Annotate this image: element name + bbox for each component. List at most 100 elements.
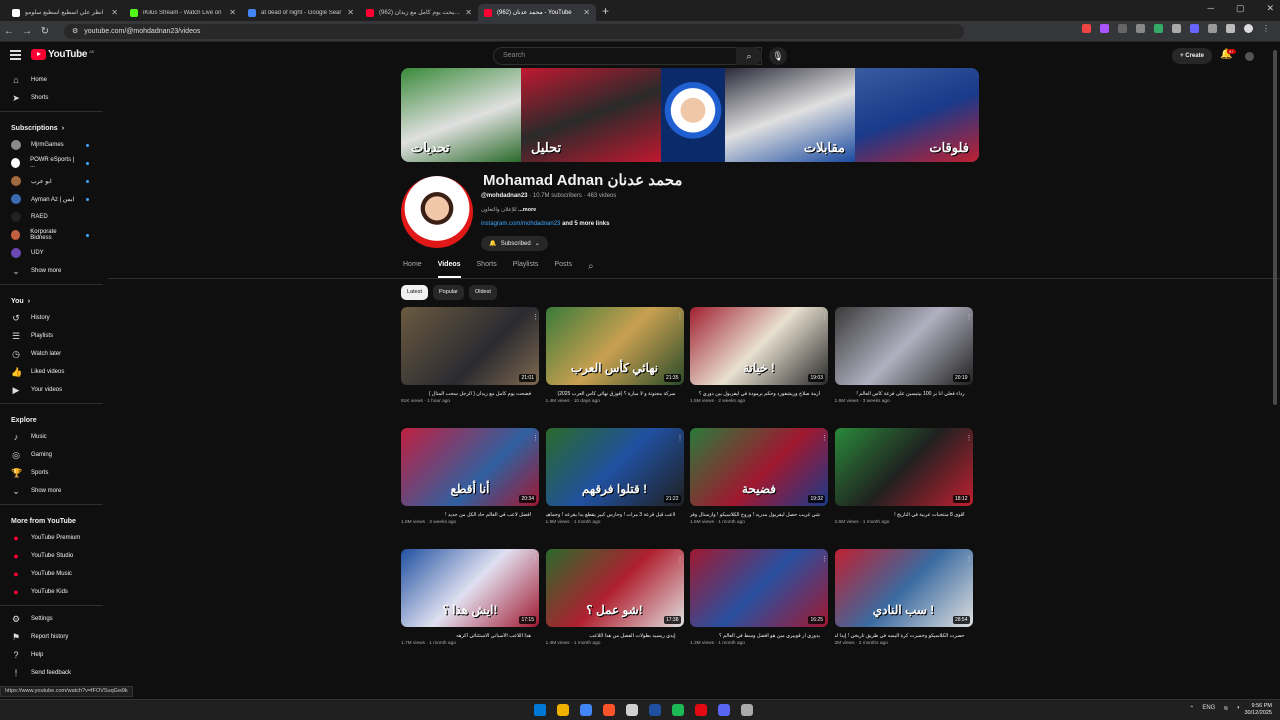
sidebar-item-playlists[interactable]: ☰ Playlists bbox=[0, 327, 103, 345]
more-links[interactable]: and 5 more links bbox=[562, 221, 609, 227]
maximize-icon[interactable]: ▢ bbox=[1236, 3, 1245, 14]
sidebar-item-settings[interactable]: ⚙ Settings bbox=[0, 610, 103, 628]
channel-description[interactable]: للإعلان والتعاون ...more bbox=[481, 207, 536, 213]
extension-icon[interactable] bbox=[1190, 24, 1199, 33]
video-card[interactable]: قتلوا فرقهم ! 21:22 لاعب قبل قرعة 3 مرات !… bbox=[545, 428, 684, 525]
extension-icon[interactable] bbox=[1082, 24, 1091, 33]
taskbar-app-icon[interactable] bbox=[741, 704, 753, 716]
video-title[interactable]: أزمة صلاح وريشفورد وحكم برمودة في ليفربو… bbox=[690, 391, 828, 398]
video-menu-icon[interactable]: ⋮ bbox=[677, 434, 684, 442]
sidebar-item-[interactable]: ابو عرب bbox=[0, 172, 103, 190]
sidebar-item-liked-videos[interactable]: 👍 Liked videos bbox=[0, 363, 103, 381]
taskbar-app-icon[interactable] bbox=[626, 704, 638, 716]
taskbar-app-icon[interactable] bbox=[557, 704, 569, 716]
video-card[interactable]: فضيحة 19:32 شي غريب حصل ليفربول مدريد ! ور… bbox=[690, 428, 828, 525]
tab-home[interactable]: Home bbox=[403, 261, 422, 278]
video-menu-icon[interactable]: ⋮ bbox=[821, 555, 828, 563]
new-tab-icon[interactable]: + bbox=[602, 4, 609, 18]
forward-icon[interactable]: → bbox=[18, 26, 36, 37]
tab-playlists[interactable]: Playlists bbox=[513, 261, 539, 278]
search-button[interactable]: ⌕ bbox=[736, 47, 762, 65]
search-input[interactable]: Search bbox=[493, 47, 762, 65]
taskbar-app-icon[interactable] bbox=[695, 704, 707, 716]
create-button[interactable]: + Create bbox=[1172, 48, 1212, 64]
taskbar-app-icon[interactable] bbox=[649, 704, 661, 716]
tab-close-icon[interactable]: ✕ bbox=[347, 8, 354, 17]
sidebar-item-mjrmgames[interactable]: MjrmGames bbox=[0, 136, 103, 154]
show-more-subscriptions[interactable]: ⌄ Show more bbox=[0, 262, 103, 280]
profile-avatar[interactable] bbox=[1244, 24, 1253, 33]
channel-avatar[interactable] bbox=[401, 176, 473, 248]
voice-search-button[interactable]: 🎙 bbox=[769, 47, 787, 65]
extension-icon[interactable] bbox=[1100, 24, 1109, 33]
show-more-explore[interactable]: ⌄ Show more bbox=[0, 482, 103, 500]
taskbar-clock[interactable]: 9:56 PM 30/12/2025 bbox=[1244, 703, 1272, 717]
tab-shorts[interactable]: Shorts bbox=[477, 261, 497, 278]
guide-menu-icon[interactable] bbox=[10, 50, 21, 60]
sidebar-item-send-feedback[interactable]: ! Send feedback bbox=[0, 664, 103, 682]
wifi-icon[interactable]: ≋ bbox=[1223, 705, 1228, 712]
video-title[interactable]: حصرت الكلاسيكو وخسرت كرة اليسه في طريق ت… bbox=[835, 633, 973, 640]
video-thumbnail[interactable]: 21:01 bbox=[401, 307, 539, 385]
taskbar-app-icon[interactable] bbox=[580, 704, 592, 716]
extension-icon[interactable] bbox=[1136, 24, 1145, 33]
video-title[interactable]: لاعب قبل قرعة 3 مرات ! وحارس كبير يقطع ي… bbox=[546, 512, 684, 519]
video-card[interactable]: أنا أقطع 20:34 أفضل لاعب في العالم حاد الك… bbox=[401, 428, 539, 525]
subscribed-button[interactable]: 🔔 Subscribed ⌄ bbox=[481, 236, 548, 251]
video-thumbnail[interactable]: أنا أقطع 20:34 bbox=[401, 428, 539, 506]
video-card[interactable]: 16:25 يدوري آر قوبيري مين هو أفضل وسط في … bbox=[690, 549, 828, 646]
video-menu-icon[interactable]: ⋮ bbox=[532, 434, 539, 442]
tab-videos[interactable]: Videos bbox=[437, 261, 461, 278]
browser-tab[interactable]: iKilus Stream - Watch Live on ✕ bbox=[124, 4, 242, 21]
tab-posts[interactable]: Posts bbox=[554, 261, 572, 278]
extension-icon[interactable] bbox=[1154, 24, 1163, 33]
omnibox[interactable]: ⚙ youtube.com/@mohdadnan23/videos bbox=[64, 23, 964, 39]
video-title[interactable]: أفضل لاعب في العالم حاد الكل من جديد ! bbox=[401, 512, 539, 519]
sidebar-item-help[interactable]: ? Help bbox=[0, 646, 103, 664]
taskbar-app-icon[interactable] bbox=[603, 704, 615, 716]
video-menu-icon[interactable]: ⋮ bbox=[821, 434, 828, 442]
sidebar-item-shorts[interactable]: ➤ Shorts bbox=[0, 89, 103, 107]
video-card[interactable]: خيانة ! 19:03 أزمة صلاح وريشفورد وحكم برمو… bbox=[690, 307, 828, 404]
close-window-icon[interactable]: ✕ bbox=[1266, 3, 1274, 14]
video-thumbnail[interactable]: خيانة ! 19:03 bbox=[690, 307, 828, 385]
video-menu-icon[interactable]: ⋮ bbox=[966, 434, 973, 442]
video-menu-icon[interactable]: ⋮ bbox=[821, 313, 828, 321]
video-card[interactable]: 20:19 رداء فعلي انا بر 100 بيتيسين على فر… bbox=[834, 307, 973, 404]
download-icon[interactable] bbox=[1226, 24, 1235, 33]
video-thumbnail[interactable]: سب النادي ! 28:54 bbox=[834, 549, 973, 627]
sidebar-item-youtube-studio[interactable]: ● YouTube Studio bbox=[0, 547, 103, 565]
video-thumbnail[interactable]: ايش هذا ؟! 17:15 bbox=[401, 549, 539, 627]
video-menu-icon[interactable]: ⋮ bbox=[532, 555, 539, 563]
sidebar-item-watch-later[interactable]: ◷ Watch later bbox=[0, 345, 103, 363]
taskbar-app-icon[interactable] bbox=[718, 704, 730, 716]
video-thumbnail[interactable]: فضيحة 19:32 bbox=[690, 428, 828, 506]
video-title[interactable]: سركة مجنونة و لا مبارة ؟ (فوزق نهائي كأس… bbox=[546, 391, 684, 398]
you-heading[interactable]: You › bbox=[0, 289, 103, 309]
video-menu-icon[interactable]: ⋮ bbox=[677, 555, 684, 563]
video-menu-icon[interactable]: ⋮ bbox=[532, 313, 539, 321]
video-menu-icon[interactable]: ⋮ bbox=[677, 313, 684, 321]
volume-icon[interactable]: ◖ bbox=[1236, 705, 1240, 712]
sidebar-item-raed[interactable]: RAED bbox=[0, 208, 103, 226]
video-card[interactable]: ايش هذا ؟! 17:15 هذا اللاعب الأسباني الاست… bbox=[401, 549, 539, 646]
page-scrollbar[interactable] bbox=[1273, 50, 1277, 405]
channel-search-icon[interactable]: ⌕ bbox=[588, 261, 594, 278]
sidebar-item-powr-esports[interactable]: POWR eSports | ... bbox=[0, 154, 103, 172]
sidebar-item-udy[interactable]: UDY bbox=[0, 244, 103, 262]
subscriptions-heading[interactable]: Subscriptions › bbox=[0, 116, 103, 136]
site-info-icon[interactable]: ⚙ bbox=[72, 27, 78, 35]
browser-tab[interactable]: at dead of night - Google Sear ✕ bbox=[242, 4, 360, 21]
video-card[interactable]: 18:12 أقوى 8 منتخبات عربية في التاريخ ! ⋮ 2… bbox=[834, 428, 973, 525]
sidebar-item-youtube-premium[interactable]: ● YouTube Premium bbox=[0, 529, 103, 547]
video-title[interactable]: إيدي ريسيد بطولات الفضل من هذا اللاعب bbox=[546, 633, 684, 640]
account-avatar[interactable] bbox=[1245, 52, 1254, 61]
description-more[interactable]: ...more bbox=[518, 207, 536, 213]
chip-popular[interactable]: Popular bbox=[432, 285, 464, 300]
browser-menu-icon[interactable]: ⋮ bbox=[1262, 24, 1270, 33]
tab-close-icon[interactable]: ✕ bbox=[583, 8, 590, 17]
extension-icon[interactable] bbox=[1208, 24, 1217, 33]
video-thumbnail[interactable]: نهائي كأس العرب 21:35 bbox=[545, 307, 684, 385]
sidebar-item-ayman-az[interactable]: Ayman Az | ايمن bbox=[0, 190, 103, 208]
video-card[interactable]: شو عمل ؟! 17:38 إيدي ريسيد بطولات الفضل من… bbox=[545, 549, 684, 646]
